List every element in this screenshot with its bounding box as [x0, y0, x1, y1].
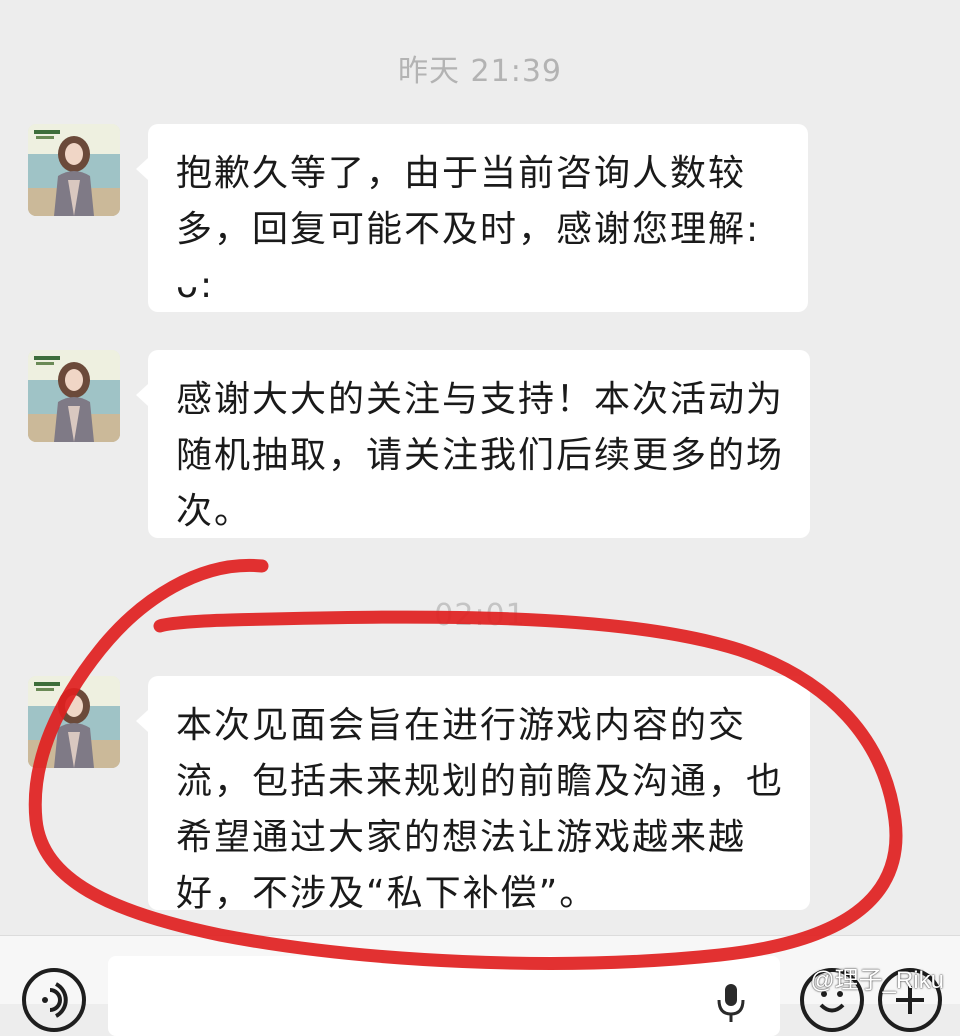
message-bubble: 本次见面会旨在进行游戏内容的交流，包括未来规划的前瞻及沟通，也希望通过大家的想法… — [136, 676, 810, 914]
contact-avatar[interactable] — [28, 124, 120, 216]
contact-avatar[interactable] — [28, 350, 120, 442]
message-bubble: 感谢大大的关注与支持！本次活动为随机抽取，请关注我们后续更多的场次。 — [136, 350, 810, 538]
weibo-watermark: @理子_Riku — [810, 967, 944, 994]
voice-icon[interactable] — [22, 968, 86, 1032]
message-input[interactable] — [108, 956, 780, 1036]
chat-area: 昨天 21:39 抱歉久等了，由于当前咨询人数较多，回复可能不及时，感谢您理解:… — [0, 0, 960, 935]
contact-avatar[interactable] — [28, 676, 120, 768]
timestamp: 02:01 — [434, 598, 526, 633]
timestamp: 昨天 21:39 — [398, 54, 562, 89]
message-bubble: 抱歉久等了，由于当前咨询人数较多，回复可能不及时，感谢您理解:ᴗ: — [136, 124, 808, 312]
mic-icon[interactable] — [716, 982, 746, 1022]
